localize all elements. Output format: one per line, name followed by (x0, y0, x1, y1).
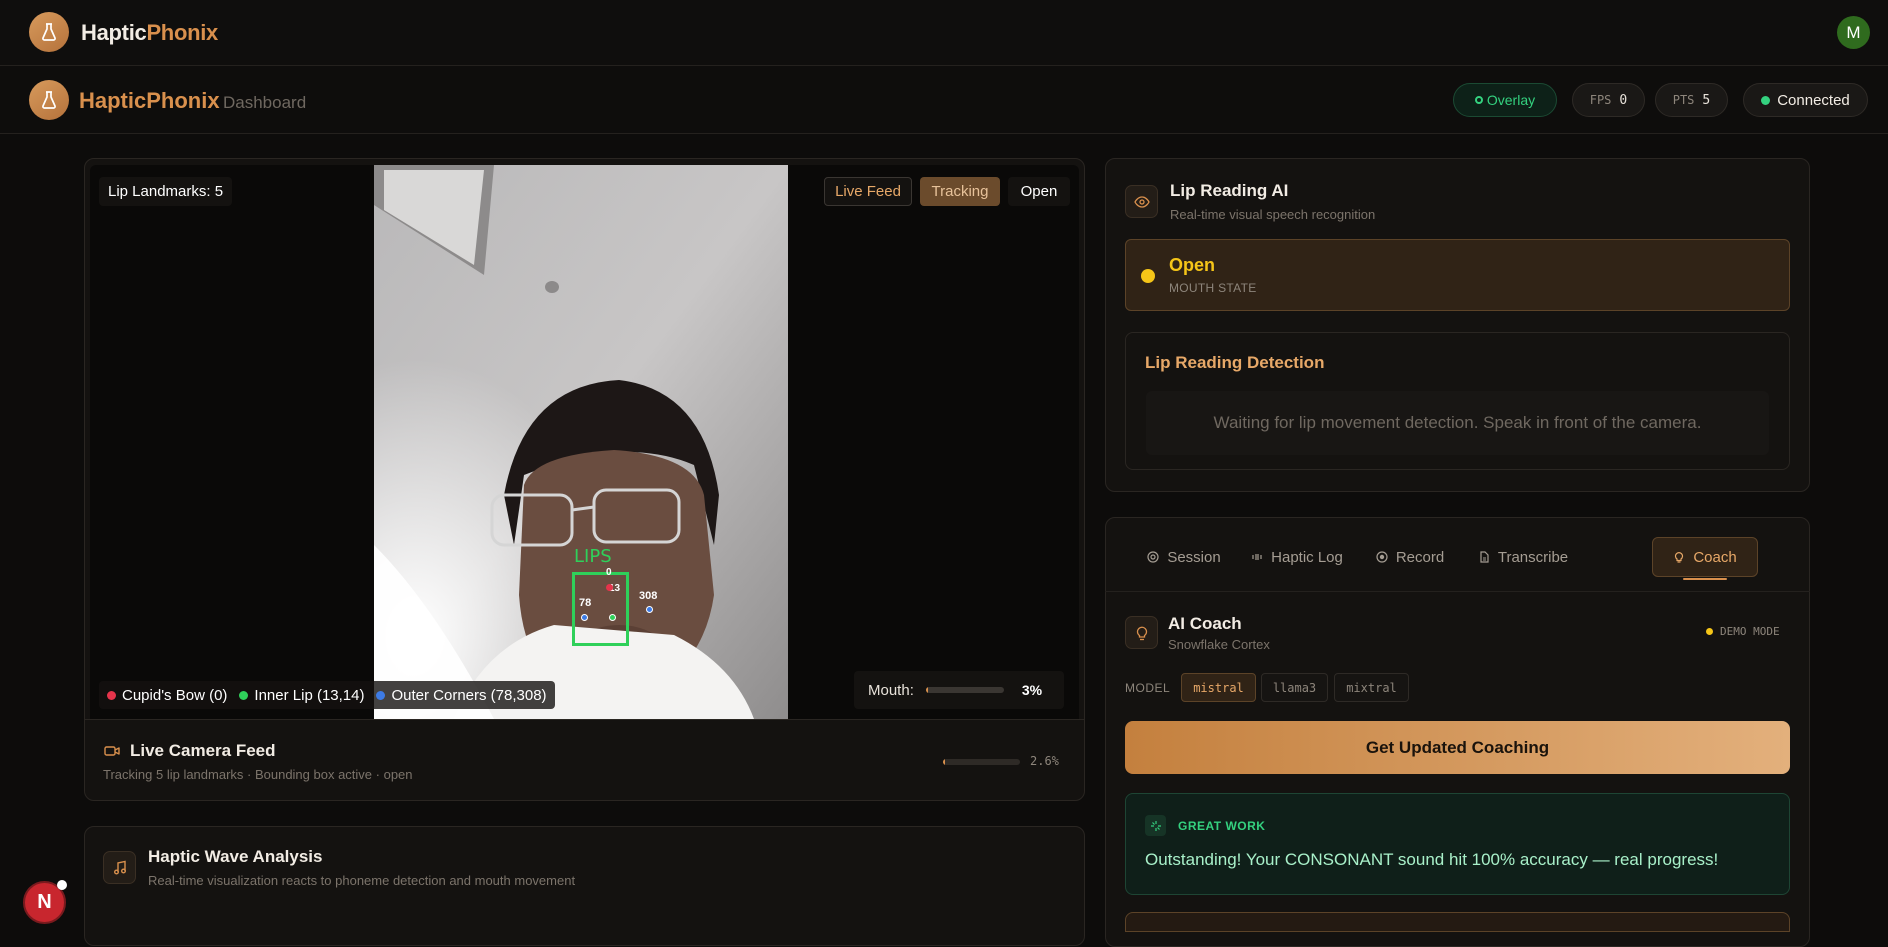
camera-icon (104, 746, 120, 756)
app-brand[interactable]: HapticPhonix (81, 20, 218, 46)
tab-session[interactable]: Session (1139, 537, 1229, 577)
lightbulb-icon (1675, 552, 1684, 563)
flask-logo-icon[interactable] (29, 12, 69, 52)
mouth-state-panel: Open MOUTH STATE (1125, 239, 1790, 311)
flask-icon (29, 80, 69, 120)
great-work-label: GREAT WORK (1178, 819, 1266, 833)
haptic-title: Haptic Wave Analysis (148, 847, 323, 866)
lip-ai-title: Lip Reading AI (1170, 181, 1289, 200)
pts-value: 5 (1702, 92, 1711, 108)
brand-second: Phonix (146, 20, 218, 45)
connected-dot-icon (1761, 95, 1771, 105)
tab-bar: Session Haptic Log Record Transcribe Coa… (1105, 517, 1810, 592)
great-work-panel: GREAT WORK Outstanding! Your CONSONANT s… (1125, 793, 1790, 895)
fps-label: FPS (1589, 93, 1612, 107)
target-icon (1147, 551, 1159, 563)
document-icon (1480, 551, 1489, 563)
legend-inner-lip: Inner Lip (13,14) (239, 687, 364, 704)
mouth-openness: Mouth: 3% (854, 671, 1064, 709)
legend-cupids-bow: Cupid's Bow (0) (107, 687, 227, 704)
pts-label: PTS (1672, 93, 1695, 107)
get-coaching-button[interactable]: Get Updated Coaching (1125, 721, 1790, 774)
state-dot-icon (1141, 269, 1155, 283)
tracking-button[interactable]: Tracking (920, 177, 1000, 206)
feed-title: Live Camera Feed (104, 741, 276, 761)
overlay-toggle[interactable]: Overlay (1453, 83, 1557, 117)
fps-counter: FPS 0 (1572, 83, 1645, 117)
connection-label: Connected (1777, 91, 1850, 109)
inner-lip-point (609, 614, 616, 621)
notification-dot-icon (57, 880, 67, 890)
header-brand: HapticPhonix (79, 88, 220, 113)
lip-ai-subtitle: Real-time visual speech recognition (1170, 207, 1376, 222)
coach-lightbulb-icon (1125, 616, 1158, 649)
model-label: MODEL (1125, 681, 1171, 695)
mouth-state-caption: MOUTH STATE (1169, 281, 1257, 295)
dashboard-header: HapticPhonix Dashboard Overlay FPS 0 PTS 5… (0, 66, 1888, 134)
model-chip-llama3[interactable]: llama3 (1261, 673, 1328, 702)
tab-transcribe[interactable]: Transcribe (1467, 537, 1579, 577)
landmark-label-left: 78 (579, 597, 592, 609)
avatar[interactable]: M (1837, 16, 1870, 49)
detection-title: Lip Reading Detection (1145, 353, 1325, 372)
landmarks-count-badge: Lip Landmarks: 5 (99, 177, 233, 206)
next-insight-panel (1125, 912, 1790, 932)
tab-record[interactable]: Record (1365, 537, 1455, 577)
mouth-value: 3% (1021, 682, 1043, 698)
coach-subtitle: Snowflake Cortex (1168, 637, 1270, 652)
lips-overlay-label: LIPS (574, 546, 612, 567)
lip-bounding-box (572, 572, 629, 646)
model-chip-mixtral[interactable]: mixtral (1334, 673, 1409, 702)
detection-output: Waiting for lip movement detection. Spea… (1146, 391, 1769, 455)
record-icon (1376, 551, 1388, 563)
outer-corner-left-point (581, 614, 588, 621)
haptic-subtitle: Real-time visualization reacts to phonem… (148, 873, 576, 888)
overlay-dot-icon (1474, 96, 1483, 104)
tab-coach[interactable]: Coach (1652, 537, 1758, 580)
divider (85, 719, 1084, 720)
connection-status[interactable]: Connected (1743, 83, 1868, 117)
top-bar: HapticPhonix M (0, 0, 1888, 66)
camera-image: LIPS 0 13 78 308 (374, 165, 788, 719)
feed-progress-bar (943, 759, 1020, 765)
coach-title: AI Coach (1168, 614, 1242, 633)
cupids-bow-point (606, 584, 613, 591)
music-note-icon (103, 851, 136, 884)
open-state-button[interactable]: Open (1008, 177, 1070, 206)
feed-subtitle: Tracking 5 lip landmarks · Bounding box … (103, 767, 413, 782)
pts-counter: PTS 5 (1655, 83, 1728, 117)
wave-icon (1252, 554, 1262, 560)
video-viewport: LIPS 0 13 78 308 Lip Landmarks: 5 Live F… (90, 165, 1079, 719)
landmark-label-top: 0 (606, 567, 612, 578)
mouth-state-value: Open (1169, 255, 1216, 275)
lip-detection-panel: Lip Reading Detection Waiting for lip mo… (1125, 332, 1790, 470)
brand-first: Haptic (81, 20, 147, 45)
feed-percent: 2.6% (1030, 754, 1059, 768)
eye-icon (1125, 185, 1158, 218)
outer-corner-right-point (646, 606, 653, 613)
tab-haptic-log[interactable]: Haptic Log (1241, 537, 1353, 577)
mouth-progress-bar (925, 687, 1004, 693)
landmark-label-right: 308 (639, 590, 658, 602)
sparkle-icon (1145, 815, 1166, 836)
fps-value: 0 (1619, 92, 1628, 108)
legend-outer-corners: Outer Corners (78,308) (376, 687, 547, 704)
model-chip-mistral[interactable]: mistral (1181, 673, 1256, 702)
great-work-message: Outstanding! Your CONSONANT sound hit 10… (1145, 850, 1719, 869)
page-title: Dashboard (223, 93, 307, 112)
landmark-legend: Cupid's Bow (0) Inner Lip (13,14) Outer … (99, 681, 555, 709)
live-feed-button[interactable]: Live Feed (824, 177, 912, 206)
mouth-label: Mouth: (868, 681, 914, 699)
demo-mode-badge: DEMO MODE (1706, 625, 1780, 638)
overlay-label: Overlay (1486, 92, 1536, 108)
